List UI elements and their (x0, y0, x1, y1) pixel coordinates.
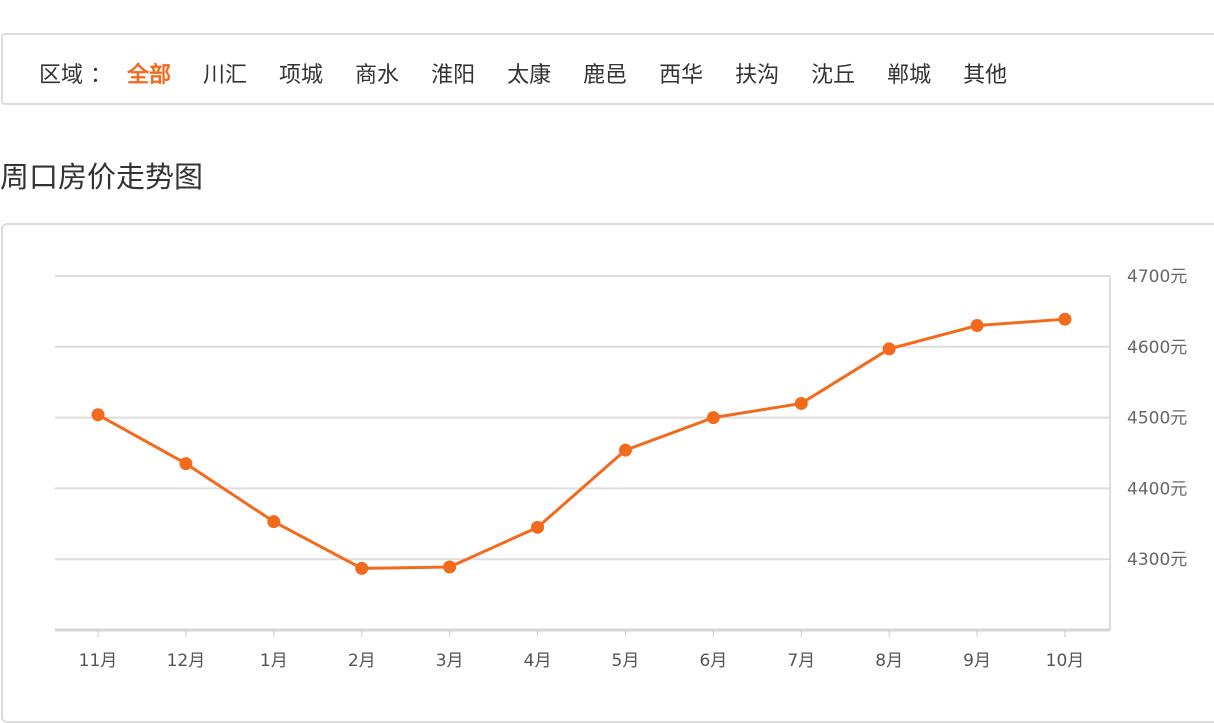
series-line (97, 317, 1066, 570)
data-point (706, 411, 720, 425)
data-point (1058, 312, 1072, 326)
x-tick-label: 8月 (875, 651, 903, 671)
x-tick-label: 6月 (699, 651, 727, 671)
data-point (970, 319, 984, 333)
y-tick-label: 4500元 (1127, 409, 1187, 429)
x-tick-label: 2月 (348, 651, 376, 671)
data-point (531, 520, 545, 534)
y-tick-label: 4300元 (1127, 550, 1187, 570)
data-point (179, 457, 193, 471)
data-point (882, 342, 896, 356)
y-tick-label: 4600元 (1127, 338, 1187, 358)
data-point (618, 443, 632, 457)
y-tick-label: 4700元 (1127, 267, 1187, 287)
x-tick-label: 3月 (436, 651, 464, 671)
data-point (355, 561, 369, 575)
x-tick-label: 11月 (79, 651, 118, 671)
data-point (443, 560, 457, 574)
price-trend-chart: 4300元 4400元 4500元 4600元 4700元 11月 12月 1月 2月 3月 4月 5… (55, 267, 1187, 671)
x-tick-label: 1月 (260, 651, 288, 671)
x-tick-label: 7月 (787, 651, 815, 671)
x-tick-label: 9月 (963, 651, 991, 671)
data-point (267, 515, 281, 529)
data-point (91, 408, 105, 422)
x-tick-label: 5月 (612, 651, 640, 671)
x-tick-label: 10月 (1046, 651, 1085, 671)
x-tick-label: 4月 (524, 651, 552, 671)
x-tick-label: 12月 (167, 651, 206, 671)
data-point (794, 396, 808, 410)
y-tick-label: 4400元 (1127, 479, 1187, 499)
